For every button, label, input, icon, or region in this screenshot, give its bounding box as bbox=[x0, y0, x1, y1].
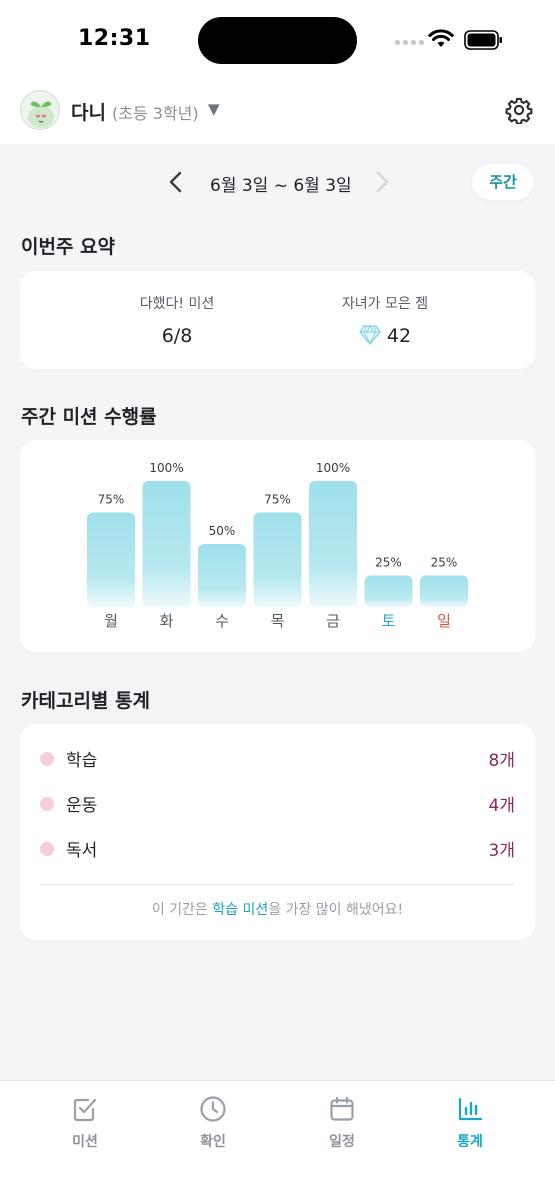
missions-label: 다했다! 미션 bbox=[139, 296, 215, 312]
chevron-left-icon[interactable] bbox=[166, 170, 186, 194]
gems-value: 42 bbox=[386, 325, 412, 347]
summary-title: 이번주 요약 bbox=[21, 236, 116, 258]
category-dot bbox=[40, 842, 54, 856]
status-time: 12:31 bbox=[78, 26, 151, 51]
tab-label: 미션 bbox=[72, 1134, 98, 1150]
missions-summary: 다했다! 미션 6/8 bbox=[77, 293, 277, 347]
chart-bar bbox=[364, 575, 413, 607]
category-count: 3개 bbox=[488, 841, 515, 861]
category-dot bbox=[40, 797, 54, 811]
period-toggle-button[interactable]: 주간 bbox=[472, 164, 534, 200]
chart-category-label: 목 bbox=[271, 612, 285, 630]
bar-chart-icon bbox=[458, 1097, 483, 1121]
chart-data-label: 25% bbox=[375, 556, 402, 570]
weekly-chart-card: 75% 월 100% 화 50% 수 75% 목 100% 금 25% 토 25% 일 bbox=[20, 440, 535, 652]
chart-data-label: 25% bbox=[431, 556, 458, 570]
note-suffix: 을 가장 많이 해냈어요! bbox=[268, 902, 404, 918]
divider bbox=[40, 884, 515, 885]
category-count: 4개 bbox=[488, 796, 515, 816]
summary-card: 다했다! 미션 6/8 자녀가 모은 젬 42 bbox=[20, 271, 535, 369]
tab-label: 확인 bbox=[200, 1134, 226, 1150]
chart-bar bbox=[309, 481, 357, 607]
chart-bar bbox=[142, 481, 191, 607]
checkbox-icon bbox=[73, 1098, 97, 1122]
wifi-icon bbox=[428, 29, 454, 47]
category-name: 학습 bbox=[66, 751, 98, 771]
child-grade[interactable]: (초등 3학년) bbox=[112, 100, 199, 124]
tab-check[interactable]: 확인 bbox=[168, 1095, 258, 1151]
battery-icon bbox=[464, 30, 502, 50]
chart-category-label: 월 bbox=[104, 612, 118, 630]
chart-data-label: 100% bbox=[149, 461, 183, 475]
category-stats-card: 학습 8개 운동 4개 독서 3개 이 기간은 학습 미션을 가장 많이 해냈어… bbox=[20, 724, 535, 940]
chart-data-label: 50% bbox=[209, 524, 236, 538]
child-name[interactable]: 다니 bbox=[71, 98, 106, 125]
category-row: 운동 4개 bbox=[40, 789, 515, 819]
date-range-label: 6월 3일 ~ 6월 3일 bbox=[210, 176, 352, 196]
dynamic-island bbox=[198, 17, 357, 64]
chart-bar bbox=[253, 512, 302, 607]
sprout-avatar-icon[interactable] bbox=[20, 90, 60, 130]
chevron-right-icon[interactable] bbox=[372, 170, 392, 194]
tab-stats[interactable]: 통계 bbox=[425, 1095, 515, 1151]
chart-category-label: 일 bbox=[437, 612, 451, 630]
status-bar: 12:31 bbox=[0, 0, 555, 82]
category-count: 8개 bbox=[488, 751, 515, 771]
cellular-signal-icon bbox=[395, 40, 424, 45]
weekly-bar-chart: 75% 월 100% 화 50% 수 75% 목 100% 금 25% 토 25% 일 bbox=[87, 461, 468, 630]
bottom-tab-bar: 미션 확인 일정 통계 bbox=[0, 1080, 555, 1200]
gems-summary: 자녀가 모은 젬 42 bbox=[285, 293, 485, 347]
chart-category-label: 화 bbox=[160, 612, 174, 630]
chart-bar bbox=[198, 544, 246, 607]
category-dot bbox=[40, 752, 54, 766]
chart-category-label: 토 bbox=[382, 612, 396, 630]
chart-category-label: 수 bbox=[215, 612, 229, 630]
chart-data-label: 75% bbox=[98, 493, 125, 507]
gems-label: 자녀가 모은 젬 bbox=[341, 296, 429, 312]
gear-icon[interactable] bbox=[505, 96, 533, 124]
child-dropdown-caret-icon[interactable]: ▼ bbox=[208, 100, 220, 118]
calendar-icon bbox=[330, 1096, 354, 1121]
weekly-title: 주간 미션 수행률 bbox=[21, 406, 157, 428]
category-row: 학습 8개 bbox=[40, 744, 515, 774]
tab-schedule[interactable]: 일정 bbox=[297, 1095, 387, 1151]
tab-mission[interactable]: 미션 bbox=[40, 1095, 130, 1151]
category-insight-note: 이 기간은 학습 미션을 가장 많이 해냈어요! bbox=[20, 899, 535, 919]
clock-icon bbox=[200, 1096, 226, 1122]
chart-bar bbox=[87, 512, 135, 607]
chart-bar bbox=[420, 575, 468, 607]
chart-data-label: 75% bbox=[264, 493, 291, 507]
tab-label: 일정 bbox=[329, 1134, 355, 1150]
note-prefix: 이 기간은 bbox=[151, 902, 213, 918]
chart-category-label: 금 bbox=[326, 612, 340, 630]
tab-label: 통계 bbox=[457, 1134, 483, 1150]
missions-value: 6/8 bbox=[161, 325, 193, 347]
category-row: 독서 3개 bbox=[40, 834, 515, 864]
gem-icon bbox=[359, 325, 381, 345]
chart-data-label: 100% bbox=[316, 461, 350, 475]
note-highlight: 학습 미션 bbox=[212, 902, 269, 918]
category-name: 운동 bbox=[66, 796, 98, 816]
category-stats-title: 카테고리별 통계 bbox=[21, 690, 150, 712]
category-name: 독서 bbox=[66, 841, 98, 861]
app-header: 다니 (초등 3학년) ▼ bbox=[0, 82, 555, 144]
